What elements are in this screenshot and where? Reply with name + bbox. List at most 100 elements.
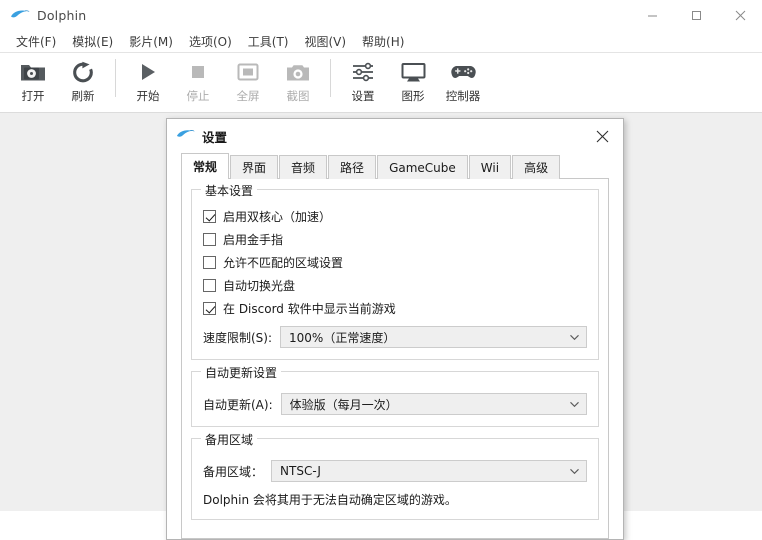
toolbar-label-screenshot: 截图 — [286, 89, 310, 103]
toolbar-label-stop: 停止 — [186, 89, 210, 103]
auto-update-combo[interactable]: 体验版（每月一次） — [280, 393, 587, 415]
close-icon — [596, 130, 608, 142]
group-auto-update: 自动更新设置 自动更新(A): 体验版（每月一次） — [191, 364, 599, 427]
toolbar-label-refresh: 刷新 — [71, 89, 95, 103]
checkbox-label-discord-presence: 在 Discord 软件中显示当前游戏 — [223, 302, 396, 316]
speed-limit-value: 100%（正常速度） — [289, 330, 396, 345]
chevron-down-icon — [570, 333, 579, 342]
checkbox-discord-presence[interactable] — [203, 302, 216, 315]
checkbox-row-discord-presence[interactable]: 在 Discord 软件中显示当前游戏 — [203, 297, 587, 320]
close-icon — [735, 10, 745, 20]
chevron-down-icon — [570, 400, 579, 409]
auto-update-label: 自动更新(A): — [203, 397, 273, 412]
tab-interface[interactable]: 界面 — [230, 155, 279, 179]
tab-wii[interactable]: Wii — [468, 155, 512, 179]
menu-item-tools[interactable]: 工具(T) — [240, 31, 297, 52]
open-disc-folder-icon — [20, 59, 46, 85]
maximize-icon — [691, 10, 701, 20]
toolbar-button-refresh[interactable]: 刷新 — [58, 57, 108, 104]
screenshot-camera-icon — [286, 59, 310, 85]
speed-limit-row: 速度限制(S): 100%（正常速度） — [203, 326, 587, 348]
auto-update-value: 体验版（每月一次） — [289, 397, 398, 412]
menu-item-file[interactable]: 文件(F) — [8, 31, 64, 52]
menubar: 文件(F) 模拟(E) 影片(M) 选项(O) 工具(T) 视图(V) 帮助(H… — [0, 30, 762, 53]
toolbar-button-open[interactable]: 打开 — [8, 57, 58, 104]
group-basic-settings-title: 基本设置 — [201, 182, 258, 199]
maximize-button[interactable] — [674, 0, 718, 30]
monitor-graphics-icon — [401, 59, 426, 85]
dialog-title-group: 设置 — [167, 127, 227, 146]
toolbar-button-controllers[interactable]: 控制器 — [438, 57, 488, 104]
toolbar-button-settings[interactable]: 设置 — [338, 57, 388, 104]
menu-item-help[interactable]: 帮助(H) — [354, 31, 412, 52]
dolphin-logo-icon — [10, 8, 30, 22]
app-title: Dolphin — [37, 7, 87, 23]
settings-dialog: 设置 常规 界面 音频 路径 GameCube Wii 高级 基本设置 启用双核… — [166, 118, 624, 540]
toolbar-label-open: 打开 — [21, 89, 45, 103]
dialog-titlebar: 设置 — [167, 119, 623, 153]
checkbox-row-auto-change-disc[interactable]: 自动切换光盘 — [203, 274, 587, 297]
toolbar-label-fullscreen: 全屏 — [236, 89, 260, 103]
main-toolbar: 打开 刷新 开始 停止 全屏 截图 设置 图形 控制器 — [0, 53, 762, 113]
toolbar-button-fullscreen[interactable]: 全屏 — [223, 57, 273, 104]
fullscreen-icon — [236, 59, 260, 85]
dolphin-logo-icon — [176, 128, 195, 144]
toolbar-label-settings: 设置 — [351, 89, 375, 103]
play-icon — [137, 59, 159, 85]
menu-item-movie[interactable]: 影片(M) — [121, 31, 181, 52]
close-button[interactable] — [718, 0, 762, 30]
group-fallback-region: 备用区域 备用区域： NTSC-J Dolphin 会将其用于无法自动确定区域的… — [191, 431, 599, 520]
fallback-region-value: NTSC-J — [280, 464, 321, 478]
fallback-region-row: 备用区域： NTSC-J — [203, 460, 587, 482]
settings-tabbar: 常规 界面 音频 路径 GameCube Wii 高级 — [167, 153, 623, 180]
minimize-button[interactable] — [630, 0, 674, 30]
auto-update-row: 自动更新(A): 体验版（每月一次） — [203, 393, 587, 415]
checkbox-row-cheats[interactable]: 启用金手指 — [203, 228, 587, 251]
toolbar-label-start: 开始 — [136, 89, 160, 103]
window-controls — [630, 0, 762, 30]
checkbox-label-cheats: 启用金手指 — [223, 233, 284, 247]
menu-item-emulation[interactable]: 模拟(E) — [64, 31, 121, 52]
group-fallback-region-title: 备用区域 — [201, 431, 258, 448]
toolbar-separator-2 — [330, 59, 331, 97]
toolbar-button-graphics[interactable]: 图形 — [388, 57, 438, 104]
stop-icon — [187, 59, 209, 85]
group-basic-settings: 基本设置 启用双核心（加速） 启用金手指 允许不匹配的区域设置 自动切换光盘 在… — [191, 182, 599, 360]
checkbox-row-dual-core[interactable]: 启用双核心（加速） — [203, 205, 587, 228]
toolbar-button-stop[interactable]: 停止 — [173, 57, 223, 104]
speed-limit-combo[interactable]: 100%（正常速度） — [280, 326, 587, 348]
toolbar-label-controllers: 控制器 — [445, 89, 481, 103]
tab-gamecube[interactable]: GameCube — [377, 155, 468, 179]
window-titlebar: Dolphin — [0, 0, 762, 30]
tab-paths[interactable]: 路径 — [328, 155, 377, 179]
titlebar-left-group: Dolphin — [0, 8, 86, 23]
checkbox-dual-core[interactable] — [203, 210, 216, 223]
fallback-region-label: 备用区域： — [203, 464, 264, 479]
checkbox-auto-change-disc[interactable] — [203, 279, 216, 292]
tab-general[interactable]: 常规 — [181, 153, 230, 180]
checkbox-cheats[interactable] — [203, 233, 216, 246]
checkbox-row-mismatched-region[interactable]: 允许不匹配的区域设置 — [203, 251, 587, 274]
toolbar-button-screenshot[interactable]: 截图 — [273, 57, 323, 104]
toolbar-button-start[interactable]: 开始 — [123, 57, 173, 104]
tab-audio[interactable]: 音频 — [279, 155, 328, 179]
toolbar-label-graphics: 图形 — [401, 89, 425, 103]
menu-item-options[interactable]: 选项(O) — [181, 31, 240, 52]
dialog-close-button[interactable] — [581, 119, 623, 153]
checkbox-label-mismatched-region: 允许不匹配的区域设置 — [223, 256, 344, 270]
group-auto-update-title: 自动更新设置 — [201, 364, 282, 381]
toolbar-separator-1 — [115, 59, 116, 97]
dialog-title: 设置 — [202, 129, 228, 145]
fallback-region-combo[interactable]: NTSC-J — [271, 460, 587, 482]
checkbox-mismatched-region[interactable] — [203, 256, 216, 269]
checkbox-label-dual-core: 启用双核心（加速） — [223, 210, 332, 224]
checkbox-label-auto-change-disc: 自动切换光盘 — [223, 279, 296, 293]
sliders-settings-icon — [351, 59, 375, 85]
gamepad-controller-icon — [450, 59, 477, 85]
menu-item-view[interactable]: 视图(V) — [296, 31, 354, 52]
chevron-down-icon — [570, 467, 579, 476]
minimize-icon — [647, 15, 657, 16]
speed-limit-label: 速度限制(S): — [203, 330, 273, 345]
fallback-region-help-text: Dolphin 会将其用于无法自动确定区域的游戏。 — [203, 493, 457, 507]
tab-advanced[interactable]: 高级 — [512, 155, 561, 179]
